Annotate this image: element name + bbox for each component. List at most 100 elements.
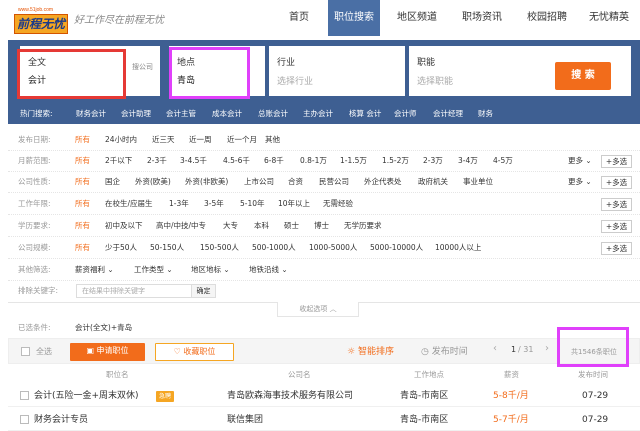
job-title-link[interactable]: 财务会计专员 — [34, 409, 88, 431]
filter-option[interactable]: 初中及以下 — [105, 216, 143, 236]
filter-option[interactable]: 事业单位 — [463, 172, 493, 192]
company-toggle[interactable]: 搜公司 — [132, 62, 153, 72]
filter-option[interactable]: 无需经验 — [323, 194, 353, 214]
filter-option[interactable]: 近三天 — [152, 130, 175, 150]
search-button[interactable]: 搜 索 — [555, 62, 611, 90]
logo[interactable]: www.51job.com 前程无忧 — [8, 4, 68, 34]
nav-campus[interactable]: 校园招聘 — [522, 0, 572, 36]
hot-search-item[interactable]: 核算 会计 — [349, 104, 381, 126]
function-field[interactable]: 职能 选择职能 — [409, 46, 549, 96]
nav-elite[interactable]: 无忧精英 — [584, 0, 634, 36]
prev-page-icon[interactable]: ‹ — [493, 343, 497, 354]
smart-sort-button[interactable]: ☼ 智能排序 — [347, 344, 394, 357]
filter-option[interactable]: 大专 — [223, 216, 238, 236]
filter-option[interactable]: 3-4万 — [458, 151, 478, 171]
hot-search-item[interactable]: 总账会计 — [258, 104, 288, 126]
filter-option[interactable]: 0.8-1万 — [300, 151, 327, 171]
hot-search-item[interactable]: 会计助理 — [121, 104, 151, 126]
dropdown-metro[interactable]: 地铁沿线 ⌄ — [249, 260, 288, 280]
filter-option[interactable]: 近一个月 — [227, 130, 257, 150]
filter-option[interactable]: 4.5-6千 — [223, 151, 250, 171]
filter-option[interactable]: 所有 — [75, 151, 90, 171]
nav-home[interactable]: 首页 — [280, 0, 318, 36]
multi-select-button[interactable]: +多选 — [601, 242, 632, 255]
filter-option[interactable]: 民营公司 — [319, 172, 349, 192]
hot-search-item[interactable]: 成本会计 — [212, 104, 242, 126]
filter-option[interactable]: 500-1000人 — [252, 238, 296, 258]
date-sort-button[interactable]: ◷ 发布时间 — [421, 344, 468, 357]
row-checkbox[interactable] — [20, 415, 29, 424]
filter-option[interactable]: 所有 — [75, 130, 90, 150]
nav-job-search[interactable]: 职位搜索 — [328, 0, 380, 36]
filter-option[interactable]: 1.5-2万 — [382, 151, 409, 171]
dropdown-job-type[interactable]: 工作类型 ⌄ — [134, 260, 173, 280]
filter-option[interactable]: 国企 — [105, 172, 120, 192]
exclude-confirm-button[interactable]: 确定 — [192, 284, 216, 298]
filter-option[interactable]: 所有 — [75, 216, 90, 236]
filter-option[interactable]: 5000-10000人 — [370, 238, 423, 258]
company-link[interactable]: 青岛欧森海事技术服务有限公司 — [227, 385, 353, 407]
hot-search-item[interactable]: 会计师 — [394, 104, 417, 126]
dropdown-welfare[interactable]: 薪资福利 ⌄ — [75, 260, 114, 280]
filter-option[interactable]: 2-3万 — [423, 151, 443, 171]
selected-value[interactable]: 会计(全文)+青岛 — [75, 322, 132, 333]
filter-option[interactable]: 硕士 — [284, 216, 299, 236]
hot-search-item[interactable]: 财务会计 — [76, 104, 106, 126]
next-page-icon[interactable]: › — [545, 343, 549, 354]
exclude-keyword-input[interactable]: 在结果中排除关键字 — [76, 284, 192, 298]
filter-option[interactable]: 1-3年 — [169, 194, 189, 214]
filter-option[interactable]: 1000-5000人 — [309, 238, 357, 258]
multi-select-button[interactable]: +多选 — [601, 220, 632, 233]
filter-option[interactable]: 近一周 — [189, 130, 212, 150]
industry-field[interactable]: 行业 选择行业 — [269, 46, 405, 96]
filter-option[interactable]: 上市公司 — [244, 172, 274, 192]
multi-select-button[interactable]: +多选 — [601, 176, 632, 189]
filter-option[interactable]: 10000人以上 — [435, 238, 481, 258]
collapse-options-button[interactable]: 收起选项 ︿ — [277, 302, 359, 317]
hot-search-item[interactable]: 会计主管 — [166, 104, 196, 126]
filter-option[interactable]: 在校生/应届生 — [105, 194, 153, 214]
more-dropdown[interactable]: 更多 ⌄ — [568, 151, 592, 171]
filter-option[interactable]: 24小时内 — [105, 130, 137, 150]
company-link[interactable]: 联信集团 — [227, 409, 263, 431]
job-title-link[interactable]: 会计(五险一金+周末双休) — [34, 385, 139, 407]
filter-option[interactable]: 其他 — [265, 130, 280, 150]
filter-option[interactable]: 外企代表处 — [364, 172, 402, 192]
filter-option[interactable]: 2千以下 — [105, 151, 132, 171]
favorite-button[interactable]: ♡ 收藏职位 — [155, 343, 234, 361]
filter-option[interactable]: 3-4.5千 — [180, 151, 207, 171]
filter-option[interactable]: 合资 — [288, 172, 303, 192]
multi-select-button[interactable]: +多选 — [601, 198, 632, 211]
nav-regions[interactable]: 地区频道 — [392, 0, 442, 36]
filter-option[interactable]: 3-5年 — [204, 194, 224, 214]
hot-search-item[interactable]: 财务 — [478, 104, 493, 126]
filter-option[interactable]: 2-3千 — [147, 151, 167, 171]
hot-search-item[interactable]: 会计经理 — [433, 104, 463, 126]
nav-news[interactable]: 职场资讯 — [457, 0, 507, 36]
filter-option[interactable]: 外资(非欧美) — [185, 172, 228, 192]
filter-option[interactable]: 无学历要求 — [344, 216, 382, 236]
filter-option[interactable]: 少于50人 — [105, 238, 137, 258]
filter-option[interactable]: 150-500人 — [200, 238, 239, 258]
multi-select-button[interactable]: +多选 — [601, 155, 632, 168]
filter-option[interactable]: 5-10年 — [240, 194, 265, 214]
filter-option[interactable]: 4-5万 — [493, 151, 513, 171]
filter-option[interactable]: 高中/中技/中专 — [156, 216, 206, 236]
filter-option[interactable]: 外资(欧美) — [135, 172, 171, 192]
filter-option[interactable]: 所有 — [75, 194, 90, 214]
filter-option[interactable]: 政府机关 — [418, 172, 448, 192]
filter-option[interactable]: 博士 — [314, 216, 329, 236]
more-dropdown[interactable]: 更多 ⌄ — [568, 172, 592, 192]
filter-option[interactable]: 6-8千 — [264, 151, 284, 171]
filter-option[interactable]: 所有 — [75, 238, 90, 258]
apply-button[interactable]: ▣ 申请职位 — [70, 343, 145, 361]
hot-search-item[interactable]: 主办会计 — [303, 104, 333, 126]
filter-option[interactable]: 本科 — [254, 216, 269, 236]
dropdown-landmark[interactable]: 地区地标 ⌄ — [191, 260, 230, 280]
select-all-checkbox[interactable] — [21, 347, 30, 356]
filter-option[interactable]: 1-1.5万 — [340, 151, 367, 171]
filter-option[interactable]: 10年以上 — [278, 194, 310, 214]
row-checkbox[interactable] — [20, 391, 29, 400]
filter-option[interactable]: 所有 — [75, 172, 90, 192]
filter-option[interactable]: 50-150人 — [150, 238, 184, 258]
